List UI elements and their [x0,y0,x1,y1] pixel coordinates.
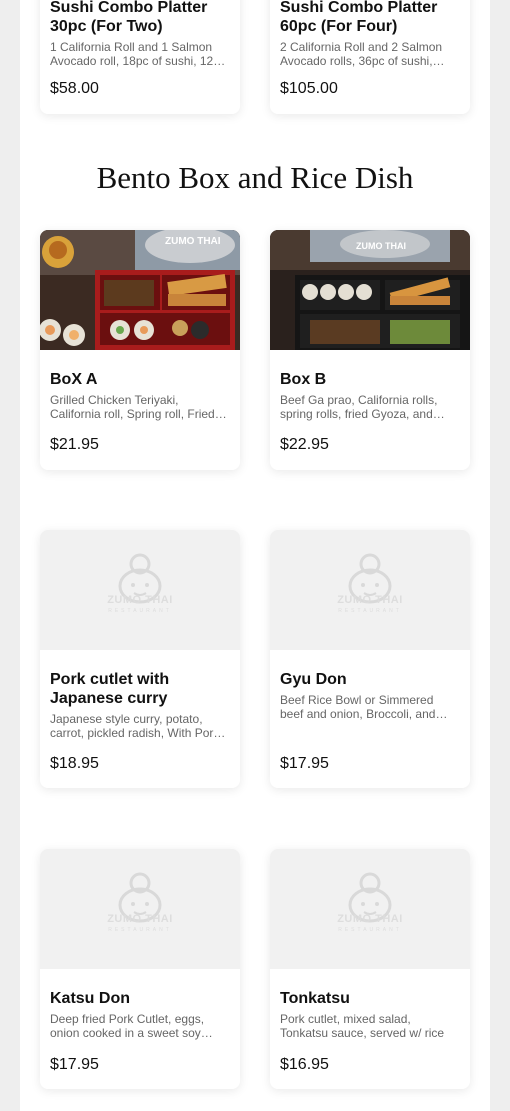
logo-subtext: RESTAURANT [108,608,172,614]
item-photo: ZUMO THAI [270,230,470,350]
section-title: Bento Box and Rice Dish [96,160,414,195]
item-title: Sushi Combo Platter [280,0,438,16]
item-title-line2: 30pc (For Two) [50,18,163,35]
item-description: Pork cutlet, mixed salad, Tonkatsu sauce… [280,1012,445,1040]
logo-subtext: RESTAURANT [108,927,172,933]
logo-text: ZUMO THAI [107,594,173,606]
item-title: Gyu Don [280,671,347,688]
placeholder-image: ZUMO THAI RESTAURANT [40,530,240,650]
item-price: $21.95 [50,436,99,453]
item-description: 2 California Roll and 2 Salmon Avocado r… [280,40,443,68]
item-description: 1 California Roll and 1 Salmon Avocado r… [50,40,226,68]
logo-text: ZUMO THAI [107,913,173,925]
item-price: $58.00 [50,80,99,97]
item-description: Deep fried Pork Cutlet, eggs, onion cook… [50,1012,205,1040]
item-title: Tonkatsu [280,990,350,1007]
menu-item-card[interactable]: ZUMO THAI RESTAURANT Tonkatsu Pork cutle… [270,849,470,1089]
item-title: BoX A [50,371,98,388]
placeholder-image: ZUMO THAI RESTAURANT [270,530,470,650]
menu-item-card[interactable]: ZUMO THAI RESTAURANT Katsu Don Deep frie… [40,849,240,1089]
item-price: $16.95 [280,1056,329,1073]
brand-watermark: ZUMO THAI [165,236,221,247]
item-price: $22.95 [280,436,329,453]
item-title: Katsu Don [50,990,130,1007]
item-price: $105.00 [280,80,338,97]
logo-subtext: RESTAURANT [338,608,402,614]
item-title: Box B [280,371,327,388]
item-description: Beef Ga prao, California rolls, spring r… [280,393,438,421]
logo-text: ZUMO THAI [337,594,403,606]
menu-item-card[interactable]: ZUMO THAI BoX A Grilled Chicken Teriyaki… [40,230,240,470]
item-title: Pork cutlet with Japanese curry [50,671,170,707]
menu-item-card[interactable]: ZUMO THAI RESTAURANT Gyu Don Beef Rice B… [270,530,470,788]
menu-item-card[interactable]: Sushi Combo Platter 60pc (For Four) 2 Ca… [270,0,470,114]
item-price: $17.95 [280,755,329,772]
item-title: Sushi Combo Platter [50,0,208,16]
menu-item-card[interactable]: ZUMO THAI RESTAURANT Pork cutlet with Ja… [40,530,240,788]
item-photo: ZUMO THAI [40,230,240,350]
item-description: Grilled Chicken Teriyaki, California rol… [50,393,215,421]
placeholder-image: ZUMO THAI RESTAURANT [270,849,470,969]
logo-subtext: RESTAURANT [338,927,402,933]
item-price: $17.95 [50,1056,99,1073]
placeholder-image: ZUMO THAI RESTAURANT [40,849,240,969]
menu-item-card[interactable]: Sushi Combo Platter 30pc (For Two) 1 Cal… [40,0,240,114]
item-title-line2: 60pc (For Four) [280,18,398,35]
brand-watermark: ZUMO THAI [356,241,406,251]
logo-text: ZUMO THAI [337,913,403,925]
menu-item-card[interactable]: ZUMO THAI Box B Beef Ga prao, California… [270,230,470,470]
item-description: Japanese style curry, potato, carrot, pi… [50,712,220,740]
item-description: Beef Rice Bowl or Simmered beef and onio… [280,693,436,721]
item-price: $18.95 [50,755,99,772]
